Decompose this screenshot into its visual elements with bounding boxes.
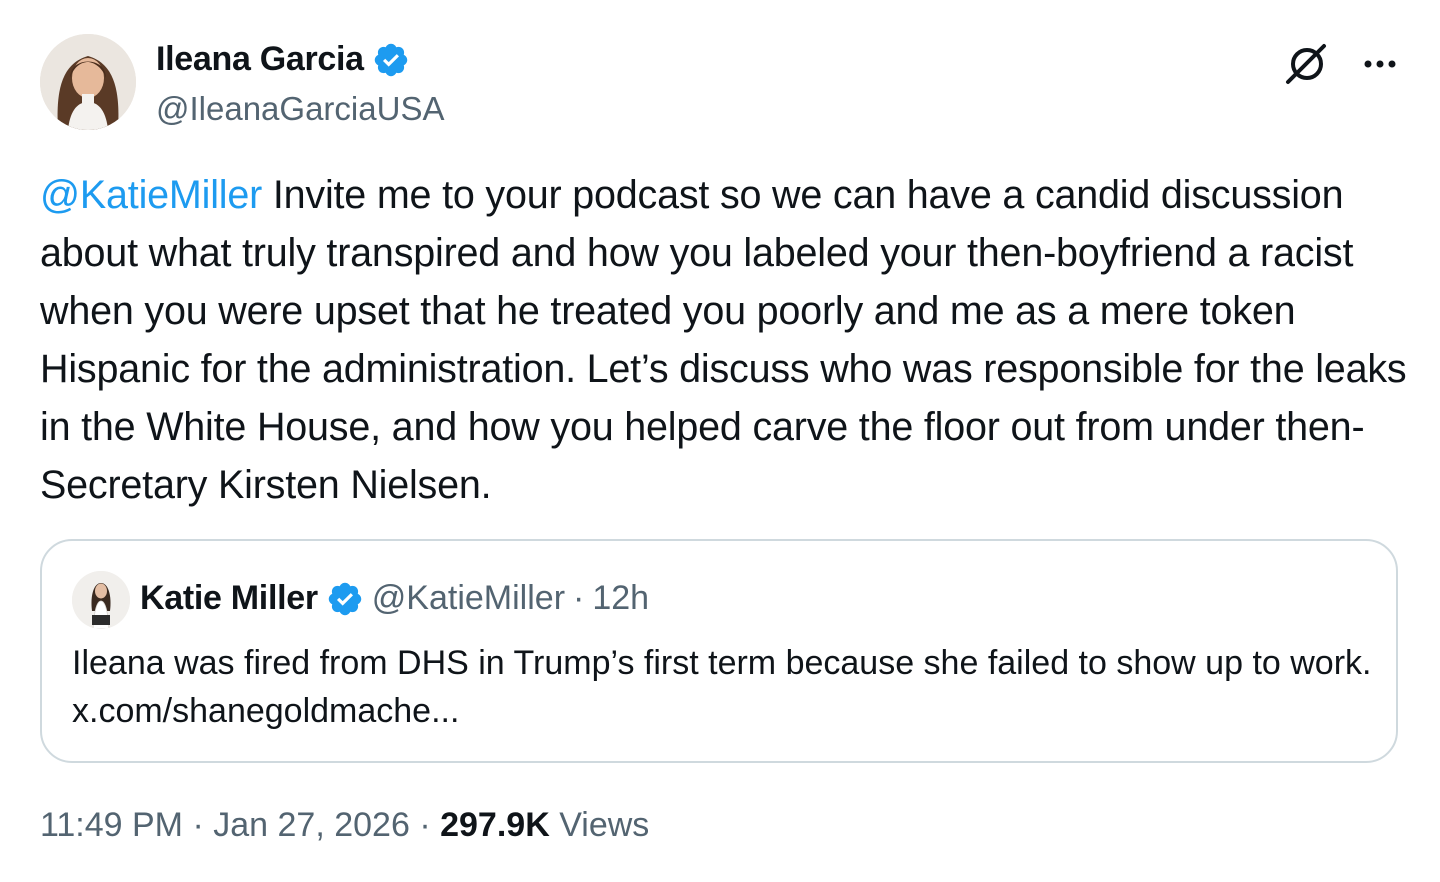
quoted-handle[interactable]: @KatieMiller (372, 579, 565, 618)
tweet-text: @KatieMiller Invite me to your podcast s… (40, 166, 1410, 514)
quoted-tweet[interactable]: Katie Miller @KatieMiller · 12h Ileana w… (40, 539, 1398, 763)
views-label: Views (559, 806, 650, 844)
quoted-separator: · (573, 579, 585, 617)
tweet-time[interactable]: 11:49 PM (40, 806, 183, 844)
tweet-text-body: Invite me to your podcast so we can have… (40, 173, 1407, 507)
mention-link[interactable]: @KatieMiller (40, 173, 262, 217)
quoted-display-name[interactable]: Katie Miller (140, 579, 318, 618)
quoted-author-avatar-image (72, 571, 130, 629)
grok-icon[interactable] (1282, 40, 1330, 88)
author-handle[interactable]: @IleanaGarciaUSA (156, 90, 444, 128)
verified-badge-icon (328, 582, 362, 615)
meta-separator: · (192, 806, 204, 844)
tweet-date[interactable]: Jan 27, 2026 (213, 806, 410, 844)
meta-separator: · (419, 806, 431, 844)
views-count[interactable]: 297.9K (440, 806, 550, 844)
tweet-actions (1282, 40, 1400, 88)
author-avatar-image (40, 34, 136, 130)
quoted-timestamp[interactable]: 12h (592, 579, 649, 618)
author-display-name[interactable]: Ileana Garcia (156, 40, 364, 79)
verified-badge-icon[interactable] (372, 41, 410, 79)
author-name-row: Ileana Garcia (156, 40, 410, 79)
tweet-meta: 11:49 PM · Jan 27, 2026 · 297.9K Views (40, 806, 649, 845)
more-icon[interactable] (1360, 44, 1400, 84)
quoted-author-avatar[interactable] (72, 571, 130, 629)
quoted-text: Ileana was fired from DHS in Trump’s fir… (72, 644, 1372, 730)
author-avatar[interactable] (40, 34, 136, 130)
tweet-header: Ileana Garcia @IleanaGarciaUSA (40, 34, 1400, 134)
quoted-name-row: Katie Miller @KatieMiller · 12h (140, 579, 649, 618)
tweet-card: Ileana Garcia @IleanaGarciaUSA @KatieMil… (0, 0, 1440, 882)
